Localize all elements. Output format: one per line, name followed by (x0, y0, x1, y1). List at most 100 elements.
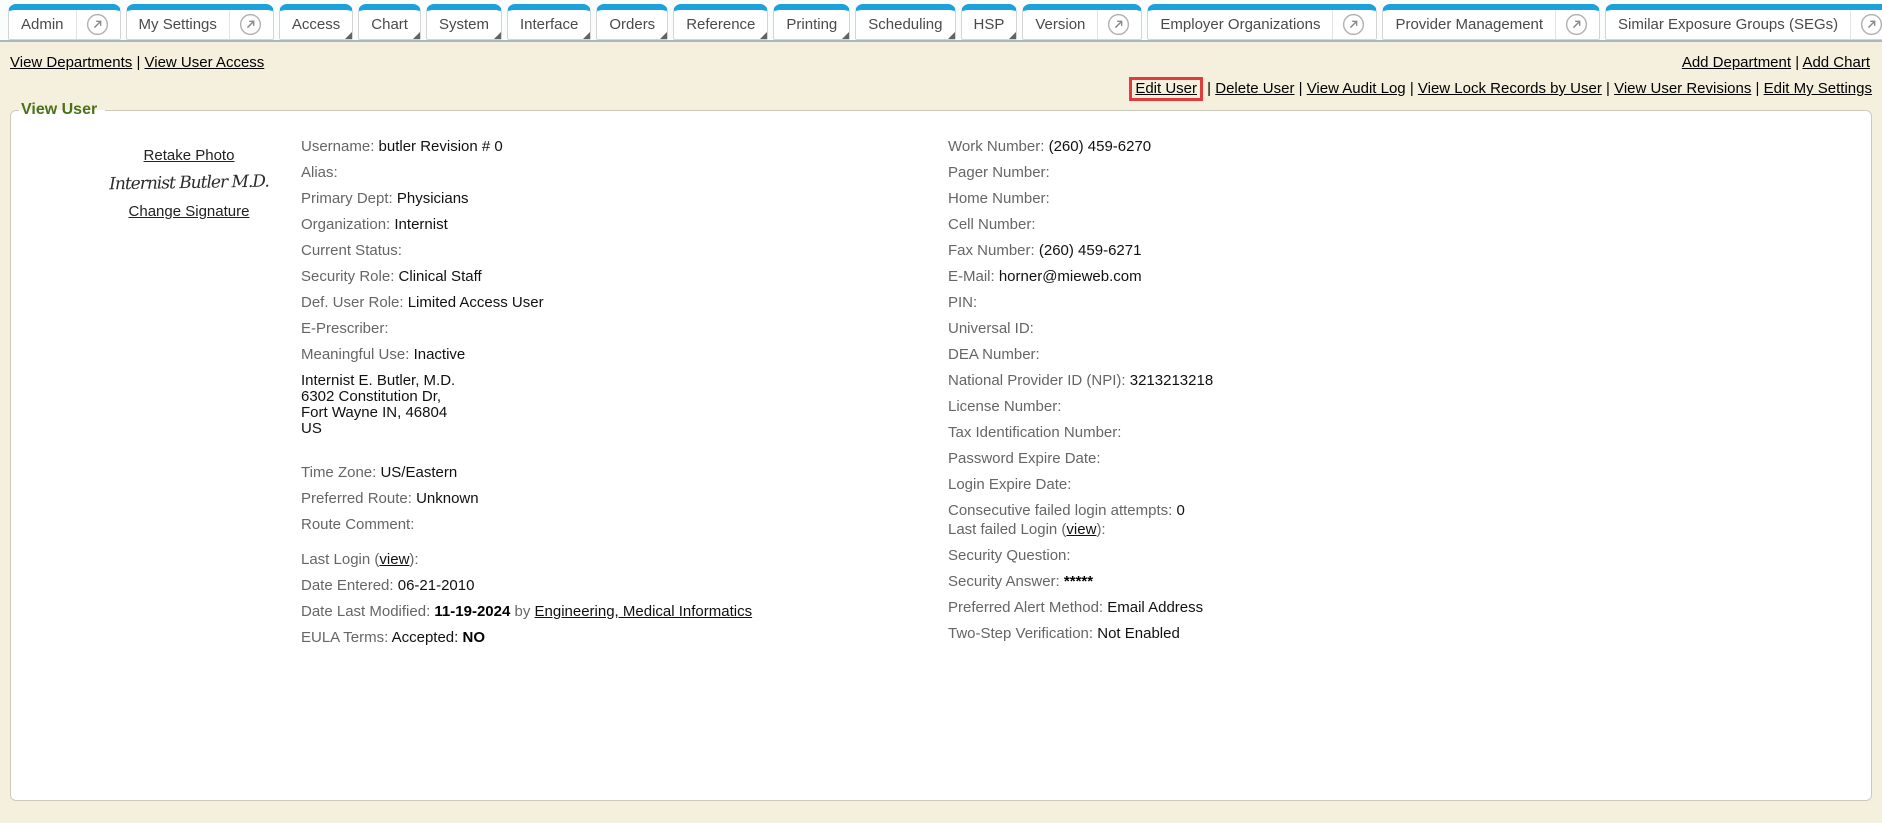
field-row: Password Expire Date: (948, 451, 1861, 467)
field-bold: 11-19-2024 (434, 603, 510, 620)
tab-chart[interactable]: Chart (358, 4, 421, 40)
tab-admin[interactable]: Admin (8, 4, 121, 40)
field-label: Last Login ( (301, 551, 379, 568)
field-row: Last failed Login (view): (948, 522, 1861, 538)
field-row: Security Question: (948, 548, 1861, 564)
address-line: 6302 Constitution Dr, (301, 389, 948, 405)
field-row: Home Number: (948, 191, 1861, 207)
field-label: Last failed Login ( (948, 521, 1066, 538)
change-signature-link[interactable]: Change Signature (129, 203, 250, 220)
field-label: Date Entered: (301, 577, 398, 594)
field-row: Last Login (view): (301, 552, 948, 568)
link-separator: | (1294, 80, 1306, 97)
address-line: Internist E. Butler, M.D. (301, 373, 948, 389)
field-row: Pager Number: (948, 165, 1861, 181)
field-value: 0 (1176, 502, 1184, 519)
field-label: Def. User Role: (301, 294, 408, 311)
field-row: Username: butler Revision # 0 (301, 139, 948, 155)
field-value: butler Revision # 0 (379, 138, 503, 155)
field-label: Universal ID: (948, 320, 1034, 337)
tab-provider-management[interactable]: Provider Management (1382, 4, 1600, 40)
field-label: E-Mail: (948, 268, 999, 285)
field-row: Alias: (301, 165, 948, 181)
field-row: Universal ID: (948, 321, 1861, 337)
add-links: Add Department | Add Chart (1682, 54, 1870, 71)
photo-column: Retake Photo Internist Butler M.D. Chang… (21, 139, 301, 656)
field-value: Inactive (414, 346, 466, 363)
user-details-grid: Retake Photo Internist Butler M.D. Chang… (21, 139, 1861, 656)
field-row: Def. User Role: Limited Access User (301, 295, 948, 311)
tab-label: My Settings (138, 16, 218, 33)
field-row: Route Comment: (301, 517, 948, 533)
edit-my-settings-link[interactable]: Edit My Settings (1764, 80, 1872, 97)
view-link[interactable]: view (1066, 521, 1096, 538)
field-label: Fax Number: (948, 242, 1039, 259)
field-value: Unknown (416, 490, 479, 507)
open-new-window-icon[interactable] (1098, 13, 1130, 36)
field-label: PIN: (948, 294, 977, 311)
field-label: EULA Terms: (301, 629, 392, 646)
delete-user-link[interactable]: Delete User (1215, 80, 1294, 97)
tab-printing[interactable]: Printing (773, 4, 850, 40)
address-block: Internist E. Butler, M.D.6302 Constituti… (301, 373, 948, 437)
open-new-window-icon[interactable] (1851, 13, 1882, 36)
view-audit-log-link[interactable]: View Audit Log (1307, 80, 1406, 97)
engineering-medical-informatics-link[interactable]: Engineering, Medical Informatics (535, 603, 753, 620)
view-departments-link[interactable]: View Departments (10, 54, 132, 71)
field-row: Time Zone: US/Eastern (301, 465, 948, 481)
tab-interface[interactable]: Interface (507, 4, 591, 40)
main-content: View Departments | View User Access Add … (0, 42, 1882, 801)
tab-reference[interactable]: Reference (673, 4, 768, 40)
field-row: EULA Terms: Accepted: NO (301, 630, 948, 646)
add-chart-link[interactable]: Add Chart (1802, 54, 1870, 71)
field-value: Internist (394, 216, 447, 233)
field-label: Time Zone: (301, 464, 380, 481)
tab-label: Chart (370, 16, 409, 33)
field-bold: ***** (1064, 573, 1093, 590)
view-user-access-link[interactable]: View User Access (145, 54, 265, 71)
user-details-right-column: Work Number: (260) 459-6270Pager Number:… (948, 139, 1861, 656)
open-new-window-icon[interactable] (1333, 13, 1365, 36)
field-row: Preferred Route: Unknown (301, 491, 948, 507)
tab-version[interactable]: Version (1022, 4, 1142, 40)
field-label: Tax Identification Number: (948, 424, 1121, 441)
tab-similar-exposure-groups-segs[interactable]: Similar Exposure Groups (SEGs) (1605, 4, 1882, 40)
tab-hsp[interactable]: HSP (961, 4, 1018, 40)
open-new-window-icon[interactable] (77, 13, 109, 36)
retake-photo-link[interactable]: Retake Photo (144, 147, 235, 164)
view-user-revisions-link[interactable]: View User Revisions (1614, 80, 1751, 97)
edit-user-link[interactable]: Edit User (1129, 77, 1203, 101)
tab-label: System (438, 16, 490, 33)
tab-label: HSP (973, 16, 1006, 33)
tab-orders[interactable]: Orders (596, 4, 668, 40)
tab-label: Admin (20, 16, 65, 33)
open-new-window-icon[interactable] (230, 13, 262, 36)
field-label: Primary Dept: (301, 190, 397, 207)
field-label: Login Expire Date: (948, 476, 1071, 493)
view-link[interactable]: view (379, 551, 409, 568)
link-separator: | (1791, 54, 1802, 71)
tab-employer-organizations[interactable]: Employer Organizations (1147, 4, 1377, 40)
field-row: Two-Step Verification: Not Enabled (948, 626, 1861, 642)
tab-my-settings[interactable]: My Settings (126, 4, 274, 40)
add-department-link[interactable]: Add Department (1682, 54, 1791, 71)
field-row: E-Mail: horner@mieweb.com (948, 269, 1861, 285)
tab-scheduling[interactable]: Scheduling (855, 4, 955, 40)
tab-system[interactable]: System (426, 4, 502, 40)
open-new-window-icon[interactable] (1556, 13, 1588, 36)
field-label: Date Last Modified: (301, 603, 434, 620)
user-action-links: Edit User | Delete User | View Audit Log… (10, 80, 1872, 97)
user-details-left-column: Username: butler Revision # 0 Alias: Prima… (301, 139, 948, 656)
field-value: Clinical Staff (399, 268, 482, 285)
link-separator: | (1203, 80, 1215, 97)
signature-image: Internist Butler M.D. (77, 171, 301, 195)
field-bold: NO (462, 629, 485, 646)
tab-label: Access (291, 16, 341, 33)
field-label: National Provider ID (NPI): (948, 372, 1130, 389)
view-lock-records-by-user-link[interactable]: View Lock Records by User (1418, 80, 1602, 97)
field-row: Meaningful Use: Inactive (301, 347, 948, 363)
tab-access[interactable]: Access (279, 4, 353, 40)
field-label: Preferred Alert Method: (948, 599, 1107, 616)
tab-label: Orders (608, 16, 656, 33)
field-row: Current Status: (301, 243, 948, 259)
